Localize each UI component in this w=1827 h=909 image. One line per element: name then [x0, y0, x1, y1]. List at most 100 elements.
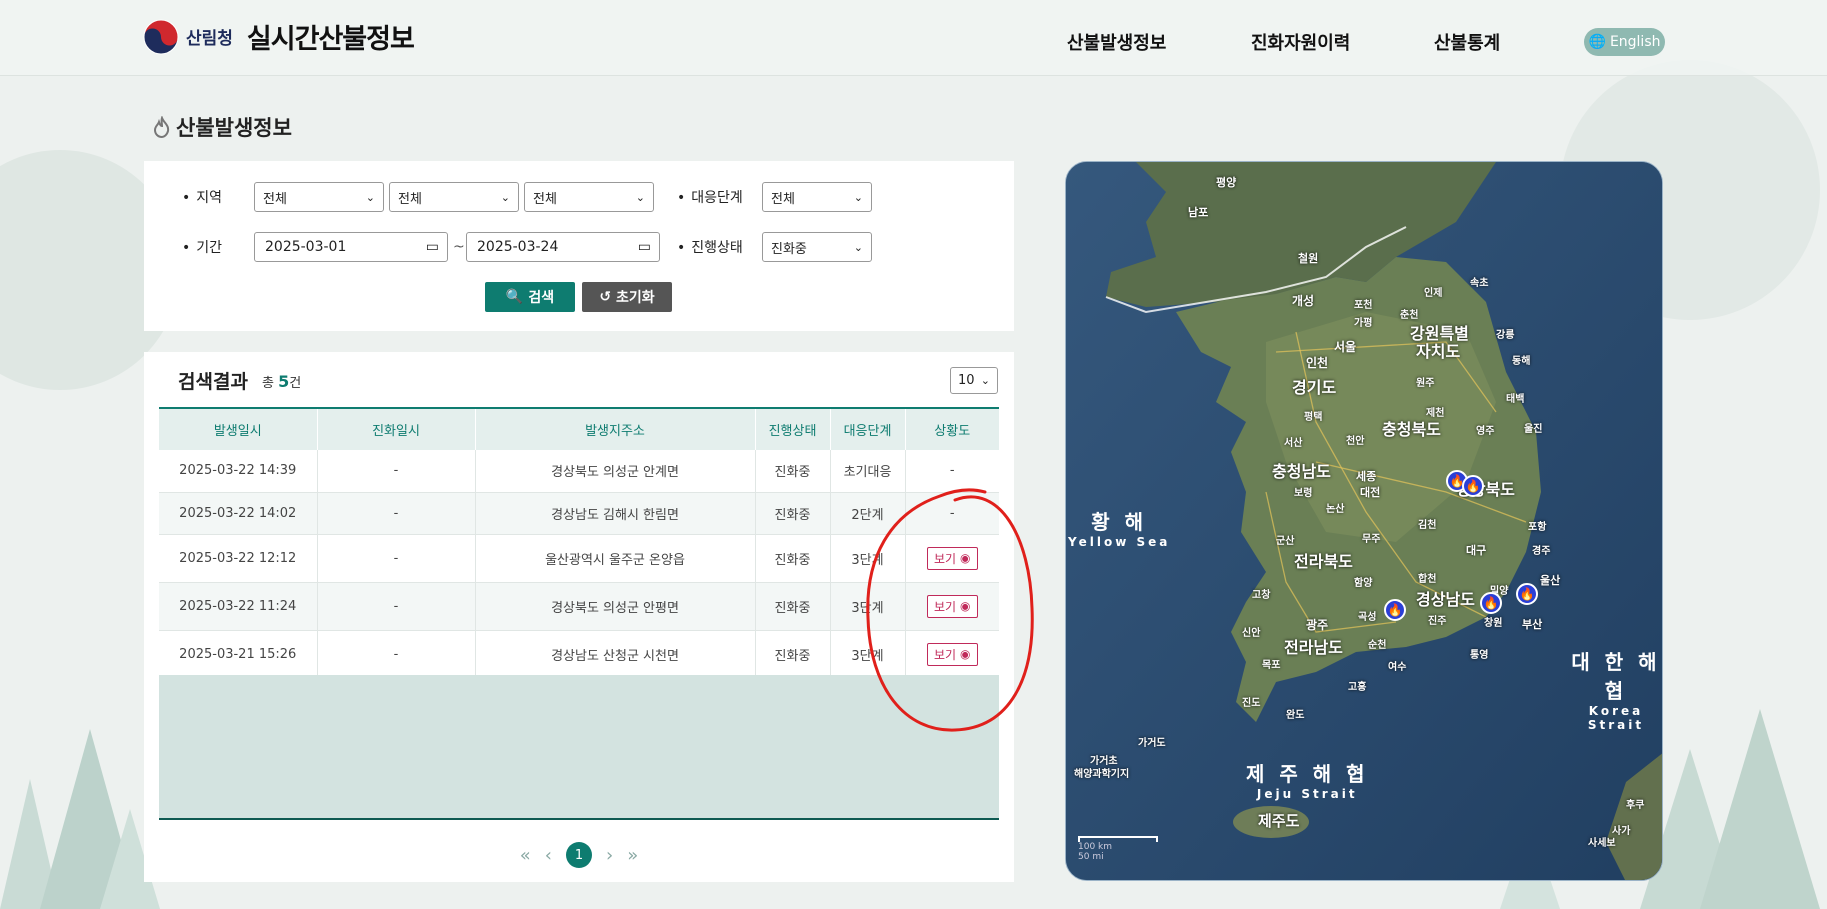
place-label: 곡성 [1358, 612, 1377, 623]
sea-label-yellow-sea: 황 해 Yellow Sea [1068, 510, 1171, 549]
first-page-icon[interactable]: « [520, 845, 531, 866]
region-label: 자치도 [1416, 342, 1461, 361]
status-select[interactable]: 진화중 ⌄ [762, 232, 872, 262]
place-label: 철원 [1298, 252, 1319, 265]
place-label: 영주 [1476, 426, 1495, 437]
fire-marker-icon[interactable]: 🔥 [1480, 592, 1502, 614]
table-header-row: 발생일시 진화일시 발생지주소 진행상태 대응단계 상황도 [159, 407, 999, 450]
place-label: 춘천 [1400, 310, 1419, 321]
nav-fire-info[interactable]: 산불발생정보 [1067, 29, 1166, 55]
fire-marker-icon[interactable]: 🔥 [1462, 475, 1484, 497]
place-label: 진도 [1242, 698, 1261, 709]
page-size-select[interactable]: 10 ⌄ [950, 367, 998, 394]
place-label: 포항 [1528, 522, 1547, 533]
region-label: 지역 [182, 187, 222, 207]
place-label: 인천 [1306, 356, 1329, 370]
place-label: 가거도 [1138, 738, 1166, 749]
place-label: 서울 [1334, 340, 1357, 354]
date-separator: ~ [453, 239, 465, 255]
chevron-down-icon: ⌄ [980, 374, 990, 387]
date-to-input[interactable]: 2025-03-24 ▭ [466, 232, 660, 262]
page-1-button[interactable]: 1 [566, 842, 592, 868]
logo[interactable]: 산림청 실시간산불정보 [142, 17, 415, 56]
region-select-town[interactable]: 전체 ⌄ [524, 182, 654, 212]
place-label: 강릉 [1496, 330, 1515, 341]
place-label: 무주 [1362, 534, 1381, 545]
place-label: 함양 [1354, 578, 1373, 589]
search-icon: 🔍 [505, 289, 524, 305]
prev-page-icon[interactable]: ‹ [545, 845, 552, 866]
place-label: 포천 [1354, 300, 1373, 311]
place-label: 사가 [1612, 826, 1631, 837]
place-label: 광주 [1306, 618, 1329, 632]
response-level-select[interactable]: 전체 ⌄ [762, 182, 872, 212]
search-button[interactable]: 🔍 검색 [485, 282, 575, 312]
place-label: 대구 [1466, 544, 1487, 557]
place-label: 통영 [1470, 650, 1489, 661]
annotation-circle [866, 488, 1034, 732]
place-label: 고창 [1252, 590, 1271, 601]
place-label: 고흥 [1348, 682, 1367, 693]
place-label: 보령 [1294, 488, 1313, 499]
place-label: 서산 [1284, 438, 1303, 449]
period-label: 기간 [182, 237, 222, 257]
region-label: 충청북도 [1382, 420, 1441, 439]
nav-resource-history[interactable]: 진화자원이력 [1251, 29, 1350, 55]
sea-label-korea-strait: 대 한 해 협 Korea Strait [1571, 650, 1661, 732]
pagination: « ‹ 1 › » [144, 840, 1014, 870]
globe-icon: 🌐 [1588, 34, 1606, 50]
col-situation-map: 상황도 [905, 407, 999, 450]
place-label: 군산 [1276, 536, 1295, 547]
search-panel: 지역 전체⌄ 전체⌄ 전체⌄ 대응단계 전체⌄ 기간 2025-03-01 ▭ … [144, 161, 1014, 331]
place-label: 남포 [1188, 206, 1209, 219]
place-label: 김천 [1418, 520, 1437, 531]
place-label: 가평 [1354, 318, 1373, 329]
region-label: 전라남도 [1284, 638, 1343, 657]
region-label: 제주도 [1258, 812, 1300, 830]
place-label: 진주 [1428, 616, 1447, 627]
place-label: 평양 [1216, 176, 1237, 189]
col-occurred: 발생일시 [159, 407, 318, 450]
last-page-icon[interactable]: » [627, 845, 638, 866]
place-label: 천안 [1346, 436, 1365, 447]
fire-marker-icon[interactable]: 🔥 [1516, 583, 1538, 605]
results-count: 총 5건 [262, 372, 302, 391]
col-extinguished: 진화일시 [317, 407, 476, 450]
place-label: 순천 [1368, 640, 1387, 651]
response-level-label: 대응단계 [677, 187, 743, 207]
next-page-icon[interactable]: › [606, 845, 613, 866]
date-from-input[interactable]: 2025-03-01 ▭ [254, 232, 448, 262]
logo-org: 산림청 [186, 29, 233, 49]
chevron-down-icon: ⌄ [635, 190, 645, 204]
taegeuk-logo-icon [143, 19, 179, 54]
place-label: 속초 [1470, 278, 1489, 289]
place-label: 부산 [1522, 618, 1543, 631]
region-label: 경상남도 [1416, 590, 1475, 609]
place-label: 인제 [1424, 288, 1443, 299]
place-label: 완도 [1286, 710, 1305, 721]
place-label: 여수 [1388, 662, 1407, 673]
language-button[interactable]: 🌐 English [1584, 28, 1665, 56]
place-label: 울산 [1540, 574, 1561, 587]
nav-statistics[interactable]: 산불통계 [1434, 29, 1500, 55]
header: 산림청 실시간산불정보 산불발생정보 진화자원이력 산불통계 🌐 English [0, 0, 1827, 76]
place-label: 평택 [1304, 412, 1323, 423]
place-label: 태백 [1506, 394, 1525, 405]
place-label: 경주 [1532, 546, 1551, 557]
region-select-province[interactable]: 전체 ⌄ [254, 182, 384, 212]
status-label: 진행상태 [677, 237, 743, 257]
fire-marker-icon[interactable]: 🔥 [1384, 599, 1406, 621]
page-title: 산불발생정보 [152, 112, 292, 142]
place-label: 후쿠 [1626, 800, 1645, 811]
fire-map[interactable]: 평양 남포 철원 개성 포천 춘천 가평 인제 속초 서울 인천 강릉 동해 원… [1065, 161, 1663, 881]
flame-icon [153, 116, 170, 138]
reset-button[interactable]: ↺ 초기화 [582, 282, 672, 312]
place-label: 신안 [1242, 628, 1261, 639]
region-select-city[interactable]: 전체 ⌄ [389, 182, 519, 212]
calendar-icon: ▭ [637, 239, 651, 255]
chevron-down-icon: ⌄ [853, 240, 863, 254]
place-label: 세종 [1356, 470, 1377, 483]
place-label: 동해 [1512, 356, 1531, 367]
col-level: 대응단계 [830, 407, 906, 450]
sea-label-jeju-strait: 제 주 해 협 Jeju Strait [1246, 762, 1369, 801]
